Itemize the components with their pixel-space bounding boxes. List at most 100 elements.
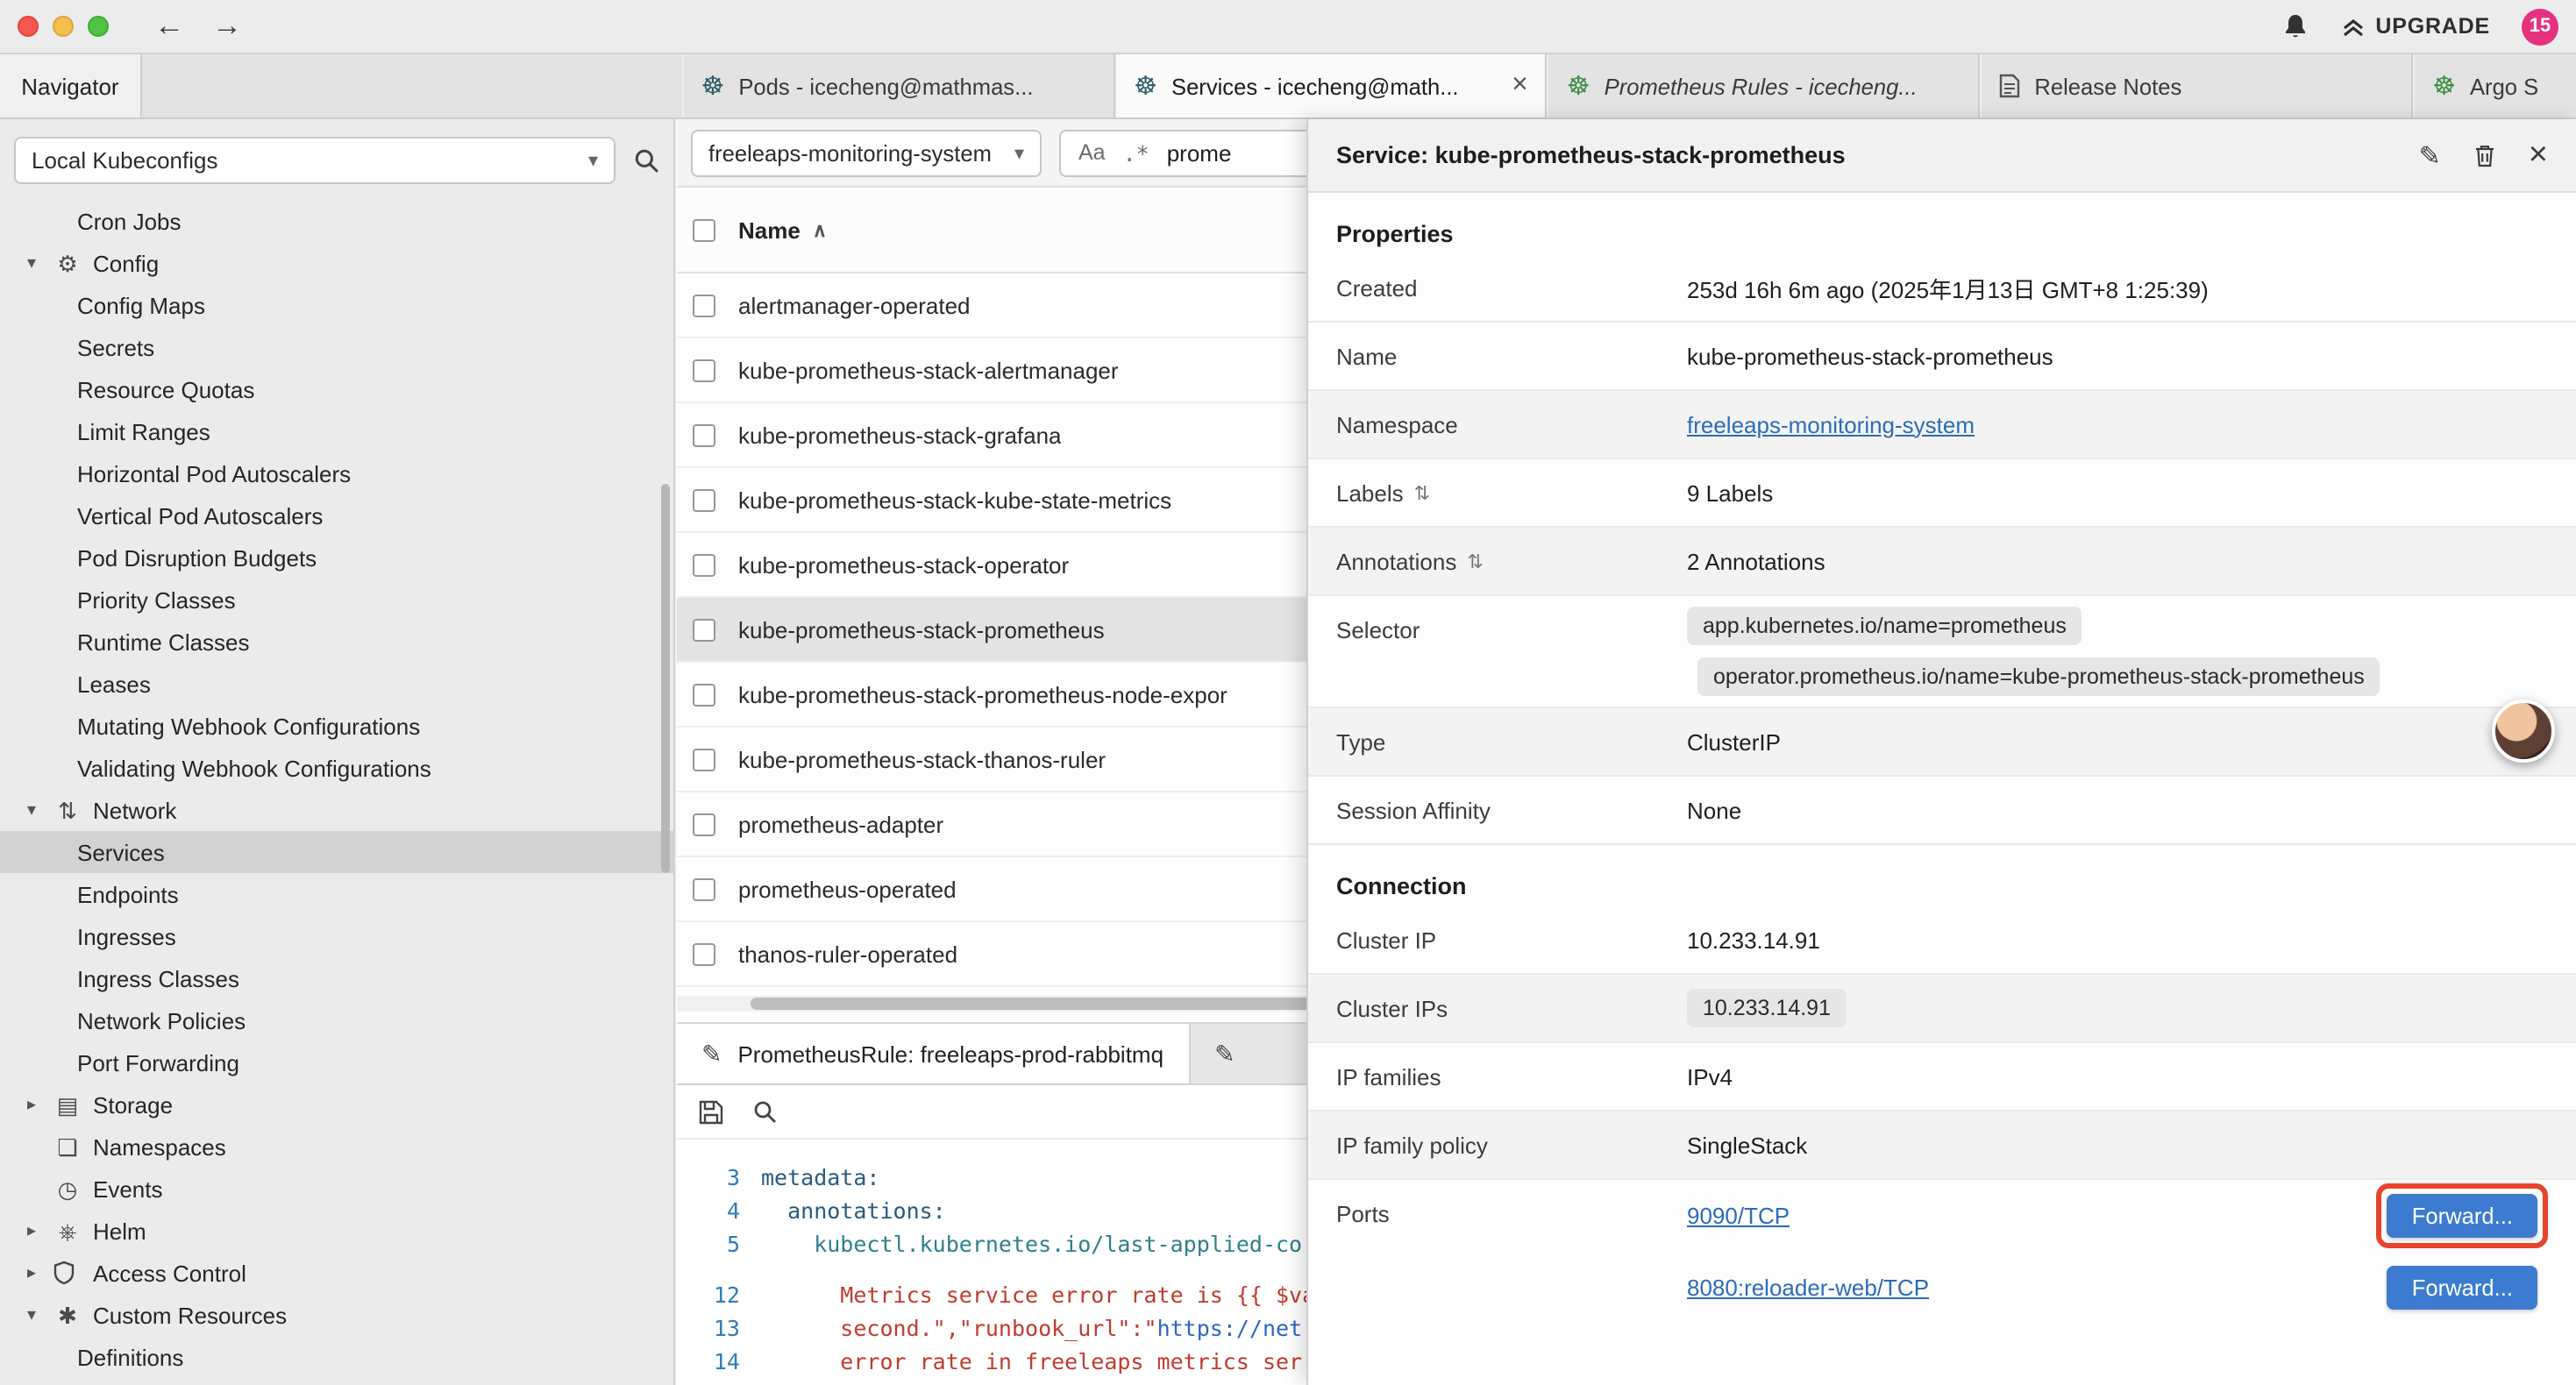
- row-checkbox[interactable]: [693, 359, 715, 381]
- sidebar-item-namespaces[interactable]: ❏ Namespaces: [0, 1126, 673, 1168]
- select-all-checkbox[interactable]: [693, 218, 715, 241]
- detail-label: Annotations: [1336, 548, 1456, 574]
- editor-search-icon[interactable]: [752, 1099, 777, 1124]
- sidebar-item-validating-webhook-configurations[interactable]: Validating Webhook Configurations: [0, 747, 673, 789]
- storage-icon: ▤: [53, 1093, 82, 1116]
- edit-pencil-icon[interactable]: ✎: [2419, 139, 2441, 171]
- code-text: error rate in freeleaps metrics ser: [761, 1348, 1302, 1374]
- sidebar-item-label: Resource Quotas: [77, 376, 254, 402]
- search-icon[interactable]: [633, 146, 659, 173]
- dock-tab-partial[interactable]: ✎: [1188, 1024, 1309, 1083]
- row-checkbox[interactable]: [693, 813, 715, 835]
- detail-label: Cluster IP: [1336, 927, 1687, 953]
- tab-release-notes[interactable]: Release Notes: [1980, 54, 2413, 117]
- sort-updown-icon[interactable]: ⇅: [1414, 481, 1430, 504]
- detail-value[interactable]: 9 Labels: [1687, 479, 1773, 506]
- tab-prometheus-rules[interactable]: ☸ Prometheus Rules - icecheng...: [1548, 54, 1981, 117]
- back-icon[interactable]: ←: [154, 9, 184, 44]
- forward-button[interactable]: Forward...: [2387, 1266, 2537, 1310]
- tab-label: Services - icecheng@math...: [1171, 73, 1459, 99]
- navigator-panel-tab[interactable]: Navigator: [0, 54, 142, 117]
- trash-icon[interactable]: [2473, 142, 2497, 168]
- sidebar-item-endpoints[interactable]: Endpoints: [0, 873, 673, 915]
- match-case-toggle[interactable]: Aa: [1078, 140, 1106, 165]
- sidebar-item-custom-resources[interactable]: ▾ ✱ Custom Resources: [0, 1294, 673, 1336]
- detail-value: 10.233.14.91: [1687, 927, 1820, 953]
- service-name: kube-prometheus-stack-prometheus-node-ex…: [738, 681, 1228, 707]
- sidebar-item-access-control[interactable]: ▸ Access Control: [0, 1252, 673, 1294]
- detail-value[interactable]: 2 Annotations: [1687, 548, 1825, 574]
- document-icon: [1999, 74, 2020, 98]
- code-url: https://net: [1157, 1315, 1303, 1341]
- row-checkbox[interactable]: [693, 877, 715, 900]
- row-checkbox[interactable]: [693, 488, 715, 511]
- namespace-link[interactable]: freeleaps-monitoring-system: [1687, 411, 1975, 437]
- sidebar-item-storage[interactable]: ▸ ▤ Storage: [0, 1083, 673, 1126]
- sidebar-item-network-policies[interactable]: Network Policies: [0, 999, 673, 1041]
- notifications-bell-icon[interactable]: [2281, 12, 2309, 40]
- sidebar-item-pod-disruption-budgets[interactable]: Pod Disruption Budgets: [0, 536, 673, 579]
- row-checkbox[interactable]: [693, 942, 715, 965]
- chevron-right-icon: ▸: [21, 1095, 42, 1114]
- tab-pods[interactable]: ☸ Pods - icecheng@mathmas...: [681, 54, 1114, 117]
- port-link[interactable]: 9090/TCP: [1687, 1203, 1790, 1229]
- namespace-select[interactable]: freeleaps-monitoring-system ▾: [691, 129, 1042, 176]
- row-checkbox[interactable]: [693, 683, 715, 706]
- sidebar-item-ingresses[interactable]: Ingresses: [0, 915, 673, 957]
- tab-services[interactable]: ☸ Services - icecheng@math... ×: [1114, 54, 1548, 117]
- sidebar-item-events[interactable]: ◷ Events: [0, 1168, 673, 1210]
- detail-value: ClusterIP: [1687, 728, 1781, 755]
- port-link[interactable]: 8080:reloader-web/TCP: [1687, 1275, 1929, 1301]
- close-icon[interactable]: ×: [2529, 136, 2548, 174]
- sidebar-item-runtime-classes[interactable]: Runtime Classes: [0, 621, 673, 663]
- sidebar-item-label: Custom Resources: [93, 1302, 287, 1328]
- sidebar-item-label: Pod Disruption Budgets: [77, 544, 317, 571]
- sidebar-item-definitions[interactable]: Definitions: [0, 1336, 673, 1378]
- sidebar-item-config-maps[interactable]: Config Maps: [0, 284, 673, 326]
- upgrade-icon: [2340, 14, 2365, 39]
- sidebar-item-limit-ranges[interactable]: Limit Ranges: [0, 410, 673, 452]
- row-checkbox[interactable]: [693, 294, 715, 316]
- notification-count-badge[interactable]: 15: [2522, 8, 2558, 45]
- sidebar-item-services[interactable]: Services: [0, 831, 673, 873]
- navigator-sidebar: Local Kubeconfigs ▾ Cron Jobs ▾ ⚙ Config…: [0, 119, 675, 1385]
- forward-icon[interactable]: →: [212, 9, 242, 44]
- row-checkbox[interactable]: [693, 423, 715, 446]
- save-icon[interactable]: [698, 1098, 724, 1125]
- sidebar-item-leases[interactable]: Leases: [0, 663, 673, 705]
- column-header-name[interactable]: Name: [738, 217, 801, 243]
- kubeconfig-select[interactable]: Local Kubeconfigs ▾: [14, 136, 616, 183]
- avatar[interactable]: [2492, 700, 2555, 763]
- sidebar-item-priority-classes[interactable]: Priority Classes: [0, 579, 673, 621]
- sidebar-item-helm[interactable]: ▸ ⎈ Helm: [0, 1210, 673, 1252]
- window-close-button[interactable]: [18, 16, 39, 37]
- row-checkbox[interactable]: [693, 748, 715, 771]
- sidebar-item-vertical-pod-autoscalers[interactable]: Vertical Pod Autoscalers: [0, 494, 673, 536]
- sidebar-item-network[interactable]: ▾ ⇅ Network: [0, 789, 673, 831]
- code-text: kubectl.kubernetes.io/last-applied-co: [761, 1231, 1302, 1257]
- code-text: second.","runbook_url":": [761, 1315, 1157, 1341]
- sidebar-scrollbar[interactable]: [661, 484, 670, 873]
- sidebar-item-config[interactable]: ▾ ⚙ Config: [0, 242, 673, 284]
- sidebar-item-port-forwarding[interactable]: Port Forwarding: [0, 1041, 673, 1083]
- window-minimize-button[interactable]: [53, 16, 74, 37]
- service-name: kube-prometheus-stack-grafana: [738, 422, 1062, 448]
- service-name: kube-prometheus-stack-alertmanager: [738, 357, 1119, 383]
- upgrade-button[interactable]: UPGRADE: [2340, 14, 2490, 39]
- sidebar-item-cron-jobs[interactable]: Cron Jobs: [0, 200, 673, 242]
- detail-label: Ports: [1336, 1180, 1687, 1227]
- tab-argo[interactable]: ☸ Argo S: [2413, 54, 2576, 117]
- row-checkbox[interactable]: [693, 618, 715, 641]
- regex-toggle[interactable]: .*: [1123, 139, 1149, 166]
- row-checkbox[interactable]: [693, 553, 715, 576]
- close-icon[interactable]: ×: [1512, 70, 1528, 102]
- sidebar-item-horizontal-pod-autoscalers[interactable]: Horizontal Pod Autoscalers: [0, 452, 673, 494]
- window-zoom-button[interactable]: [88, 16, 109, 37]
- sidebar-item-ingress-classes[interactable]: Ingress Classes: [0, 957, 673, 999]
- forward-button[interactable]: Forward...: [2387, 1194, 2537, 1238]
- sidebar-item-mutating-webhook-configurations[interactable]: Mutating Webhook Configurations: [0, 705, 673, 747]
- sort-updown-icon[interactable]: ⇅: [1467, 550, 1483, 572]
- sidebar-item-secrets[interactable]: Secrets: [0, 326, 673, 368]
- sidebar-item-resource-quotas[interactable]: Resource Quotas: [0, 368, 673, 410]
- dock-tab-prometheusrule[interactable]: ✎ PrometheusRule: freeleaps-prod-rabbitm…: [677, 1024, 1188, 1083]
